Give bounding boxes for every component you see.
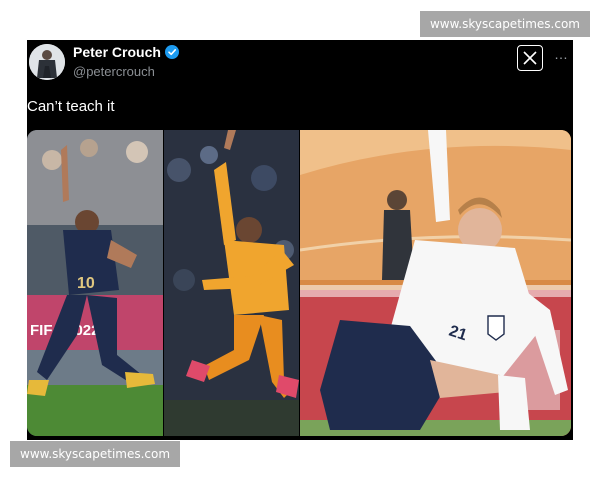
tweet-text: Can’t teach it <box>27 98 115 115</box>
author-row: Peter Crouch <box>73 44 179 60</box>
watermark-top: www.skyscapetimes.com <box>419 11 590 37</box>
photo-player-blue-kit[interactable]: FIFA 2022 10 <box>27 130 163 436</box>
photo-player-white-kit[interactable]: 21 <box>300 130 571 436</box>
jersey-number: 10 <box>77 275 95 292</box>
author-handle[interactable]: @petercrouch <box>73 64 155 79</box>
verified-badge-icon <box>164 45 179 59</box>
watermark-bottom: www.skyscapetimes.com <box>10 441 181 467</box>
avatar[interactable] <box>29 44 65 80</box>
x-logo-icon[interactable] <box>517 45 543 71</box>
more-options-icon[interactable]: … <box>554 46 569 62</box>
author-name[interactable]: Peter Crouch <box>73 44 161 60</box>
tweet-card: Peter Crouch @petercrouch … Can’t teach … <box>27 40 573 440</box>
photo-player-orange-kit[interactable] <box>164 130 299 436</box>
tweet-media[interactable]: FIFA 2022 10 21 <box>27 130 571 436</box>
